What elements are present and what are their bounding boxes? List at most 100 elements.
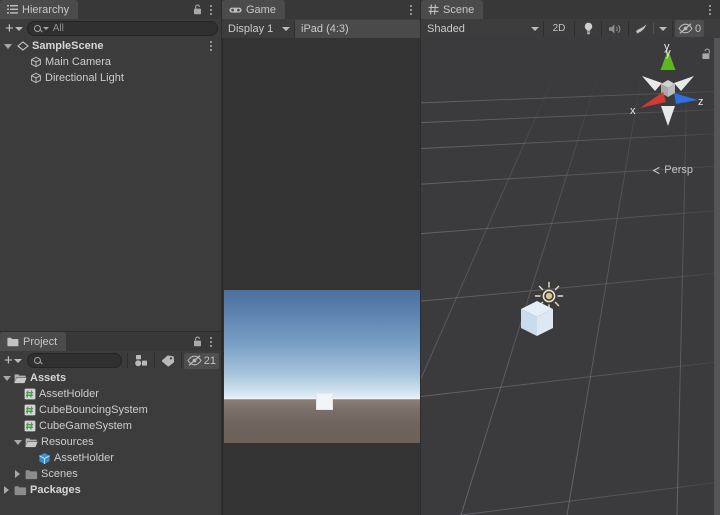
game-aspect-dropdown[interactable]: iPad (4:3): [295, 19, 421, 38]
gizmo-axis-y-label[interactable]: y: [664, 41, 670, 53]
scene-right-edge: [714, 38, 720, 515]
folder-icon: [7, 337, 19, 347]
csharp-script-icon: [24, 388, 36, 400]
project-row-cubebouncingsystem-script[interactable]: CubeBouncingSystem: [0, 402, 221, 418]
hierarchy-panel: Hierarchy + All SampleScene Main Camera …: [0, 0, 221, 331]
chevron-down-icon: [13, 358, 22, 363]
scene-toolbar: Shaded 2D 0: [421, 19, 720, 38]
tab-scene-label: Scene: [443, 3, 475, 16]
hierarchy-item-label: Main Camera: [45, 56, 112, 68]
project-row-cubegamesystem-script[interactable]: CubeGameSystem: [0, 418, 221, 434]
folder-open-icon: [14, 373, 27, 384]
fx-icon: [634, 22, 648, 35]
hierarchy-row-main-camera[interactable]: Main Camera: [0, 54, 221, 70]
chevron-down-icon: [14, 26, 23, 31]
hierarchy-tabbar: Hierarchy: [0, 0, 221, 19]
project-hidden-count-label: 21: [203, 354, 216, 367]
toolbar-divider: [180, 353, 182, 368]
scene-orientation-gizmo[interactable]: y y x z: [626, 41, 710, 151]
chevron-down-icon: [531, 26, 539, 31]
project-menu-icon[interactable]: [206, 336, 216, 348]
hierarchy-create-button[interactable]: +: [3, 21, 25, 37]
cube-object[interactable]: [517, 298, 557, 343]
scene-hidden-count[interactable]: 0: [675, 20, 705, 37]
game-view-letterbox: [223, 38, 421, 515]
scene-projection-label[interactable]: Persp: [652, 164, 693, 176]
scene-effects-dropdown[interactable]: [654, 21, 672, 37]
tab-scene[interactable]: Scene: [421, 0, 484, 19]
project-row-assetholder-script[interactable]: AssetHolder: [0, 386, 221, 402]
project-row-resources[interactable]: Resources: [0, 434, 221, 450]
chevron-right-icon[interactable]: [2, 486, 11, 494]
tab-project[interactable]: Project: [0, 332, 67, 351]
scene-effects-toggle[interactable]: [629, 21, 653, 37]
chevron-down-icon[interactable]: [2, 376, 11, 381]
project-create-button[interactable]: +: [2, 353, 24, 369]
project-item-label: AssetHolder: [54, 452, 114, 464]
scene-view-canvas[interactable]: y y x z Persp: [421, 38, 720, 515]
hierarchy-row-menu-icon[interactable]: [206, 40, 216, 52]
project-panel: Project + 21 Assets AssetHolder CubeBoun…: [0, 332, 221, 515]
gizmo-axis-x-label[interactable]: x: [630, 105, 636, 117]
project-item-label: Packages: [30, 484, 81, 496]
project-create-label: +: [4, 351, 13, 369]
chevron-down-icon: [282, 26, 290, 31]
project-row-scenes[interactable]: Scenes: [0, 466, 221, 482]
toolbar-divider: [153, 353, 155, 368]
project-toolbar: + 21: [0, 351, 221, 370]
scene-gizmo-lock[interactable]: [701, 48, 712, 63]
project-item-label: CubeBouncingSystem: [39, 404, 148, 416]
game-menu-icon[interactable]: [406, 4, 416, 16]
scene-menu-icon[interactable]: [705, 4, 715, 16]
game-view-render: [224, 290, 421, 443]
divider-hierarchy-game[interactable]: [221, 0, 222, 515]
hierarchy-row-samplescene[interactable]: SampleScene: [0, 38, 221, 54]
scene-2d-label: 2D: [552, 23, 566, 34]
chevron-down-icon: [659, 26, 667, 31]
chevron-down-icon[interactable]: [13, 440, 22, 445]
gizmo-axis-z-label[interactable]: z: [698, 96, 704, 108]
tab-hierarchy[interactable]: Hierarchy: [0, 0, 79, 19]
project-item-label: CubeGameSystem: [39, 420, 132, 432]
tab-game[interactable]: Game: [222, 0, 285, 19]
speaker-icon: [608, 23, 622, 35]
project-item-label: Scenes: [41, 468, 78, 480]
chevron-down-icon[interactable]: [3, 44, 12, 49]
scene-audio-toggle[interactable]: [602, 21, 628, 37]
folder-icon: [25, 469, 38, 480]
label-filter-icon[interactable]: [157, 353, 179, 369]
project-hidden-count[interactable]: 21: [183, 352, 219, 369]
scene-shading-dropdown[interactable]: Shaded: [421, 20, 543, 38]
divider-hierarchy-project[interactable]: [0, 331, 221, 332]
project-item-label: Resources: [41, 436, 94, 448]
game-tab-empty: [284, 0, 421, 19]
project-row-assetholder-prefab[interactable]: AssetHolder: [0, 450, 221, 466]
toolbar-divider: [126, 353, 128, 368]
hierarchy-menu-icon[interactable]: [206, 4, 216, 16]
scene-lighting-toggle[interactable]: [575, 21, 601, 37]
lock-icon[interactable]: [193, 336, 202, 347]
scene-tab-empty: [483, 0, 720, 19]
search-dropdown-icon[interactable]: [42, 27, 49, 30]
lock-icon[interactable]: [193, 4, 202, 15]
hierarchy-row-directional-light[interactable]: Directional Light: [0, 70, 221, 86]
hierarchy-search-input[interactable]: All: [26, 21, 218, 36]
package-filter-icon[interactable]: [130, 353, 152, 369]
chevron-right-icon[interactable]: [13, 470, 22, 478]
game-view-panel: Game Display 1 iPad (4:3): [222, 0, 421, 515]
game-display-dropdown[interactable]: Display 1: [222, 19, 294, 38]
csharp-script-icon: [24, 420, 36, 432]
eye-off-icon: [187, 355, 202, 366]
search-icon: [33, 357, 41, 364]
game-view-canvas[interactable]: [222, 38, 421, 515]
project-row-packages[interactable]: Packages: [0, 482, 221, 498]
scene-2d-toggle[interactable]: 2D: [544, 20, 574, 37]
project-tree[interactable]: Assets AssetHolder CubeBouncingSystem Cu…: [0, 370, 221, 515]
project-row-assets[interactable]: Assets: [0, 370, 221, 386]
game-cube-object: [316, 393, 333, 410]
divider-game-scene[interactable]: [420, 0, 421, 515]
hierarchy-tree[interactable]: SampleScene Main Camera Directional Ligh…: [0, 38, 221, 331]
hierarchy-item-label: SampleScene: [32, 40, 104, 52]
lightbulb-icon: [583, 22, 594, 35]
project-search-input[interactable]: [26, 353, 122, 368]
